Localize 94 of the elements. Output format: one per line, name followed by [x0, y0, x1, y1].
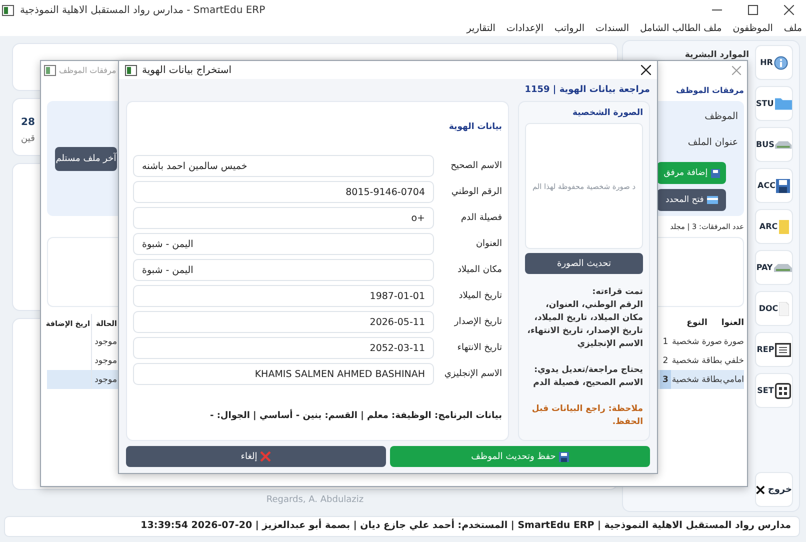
- review-header: مراجعة بيانات الهوية | 1159: [524, 85, 650, 95]
- input-field[interactable]: 2026-05-11: [133, 311, 434, 333]
- module-button[interactable]: HR: [755, 45, 793, 80]
- menu-item[interactable]: الإعدادات: [506, 22, 544, 34]
- open-selected-button[interactable]: فتح المحدد: [657, 189, 726, 211]
- update-photo-button[interactable]: تحديث الصورة: [525, 253, 643, 274]
- info-icon: [774, 56, 788, 70]
- input-field[interactable]: 2052-03-11: [133, 337, 434, 359]
- module-button[interactable]: PAY: [755, 250, 793, 285]
- cancel-button[interactable]: إلغاء: [126, 446, 386, 467]
- field-label: الموظف: [704, 111, 738, 124]
- floppy-icon: [776, 178, 790, 192]
- close-icon[interactable]: [784, 5, 794, 15]
- input-field[interactable]: o+: [133, 207, 434, 229]
- field-label: تاريخ الميلاد: [458, 291, 502, 301]
- module-button[interactable]: SET: [755, 373, 793, 408]
- app-icon: [44, 64, 56, 76]
- table-row[interactable]: موجود: [47, 332, 118, 351]
- table-cell-text: صورة: [723, 336, 744, 348]
- warning-text: ملاحظة: راجع البيانات قبل الحفظ.: [530, 403, 643, 429]
- table-cell-text: بطاقة شخصية: [671, 374, 723, 386]
- window-title: مدارس رواد المستقبل الاهلية النموذجية - SmartEdu ERP: [20, 4, 266, 16]
- module-button[interactable]: ARC: [755, 209, 793, 244]
- row-number: 1: [662, 336, 670, 348]
- card-icon: [706, 196, 718, 204]
- dialog-title: استخراج بيانات الهوية: [142, 64, 232, 76]
- cross-icon: [260, 451, 272, 462]
- menu-item[interactable]: الموظفون: [732, 22, 773, 34]
- input-field[interactable]: KHAMIS SALMEN AHMED BASHINAH: [133, 363, 434, 385]
- menu-item[interactable]: ملف الطالب الشامل: [640, 22, 722, 34]
- module-button[interactable]: STU: [755, 86, 793, 121]
- page-icon: [779, 302, 790, 316]
- dialog-title: مرفقات الموظف: [59, 66, 116, 74]
- input-field[interactable]: 8015-9146-0704: [133, 181, 434, 203]
- input-field[interactable]: اليمن - شبوة: [133, 233, 434, 255]
- field-label: الرقم الوطني: [450, 187, 502, 197]
- column-header: العنوا: [723, 318, 744, 328]
- table-cell-text: موجود: [94, 354, 118, 368]
- tray-icon: [774, 264, 792, 272]
- field-label: الاسم الصحيح: [450, 161, 502, 171]
- close-icon: [756, 484, 765, 496]
- table-cell-text: خلفي: [724, 354, 744, 368]
- stat-value: 28: [21, 117, 35, 128]
- latest-file-button[interactable]: آخر ملف مستلم: [55, 146, 117, 170]
- folder-icon: [774, 97, 792, 110]
- row-number: 3: [660, 370, 671, 389]
- program-info: بيانات البرنامج: الوظيفة: معلم | القسم: بنين - أساسي | الجوال: -: [208, 411, 502, 421]
- footer-text: Regards, A. Abdulaziz: [266, 495, 364, 505]
- menu-item[interactable]: ملف: [784, 22, 802, 34]
- table-cell-text: امامي: [723, 374, 744, 386]
- menu-item[interactable]: التقارير: [466, 22, 496, 34]
- floppy-icon: [710, 168, 720, 178]
- file-icon: [778, 220, 789, 234]
- field-label: العنوان: [474, 239, 502, 249]
- module-button[interactable]: ACC: [755, 168, 793, 203]
- field-label: الاسم الإنجليزي: [443, 369, 502, 379]
- input-field[interactable]: 1987-01-01: [133, 285, 434, 307]
- floppy-icon: [558, 452, 569, 462]
- module-button[interactable]: BUS: [755, 127, 793, 162]
- field-label: تاريخ الإصدار: [453, 317, 502, 327]
- stat-label: قين: [21, 134, 35, 144]
- note-text: الاسم الصحيح، فصيلة الدم: [532, 377, 643, 390]
- menu-item[interactable]: السندات: [596, 22, 629, 34]
- note-title: تمت قراءته:: [591, 286, 643, 299]
- table-row[interactable]: موجود: [47, 370, 118, 389]
- input-field[interactable]: خميس سالمين احمد باشنه: [133, 155, 434, 177]
- module-button[interactable]: REP: [755, 332, 793, 367]
- field-label: فصيلة الدم: [460, 213, 502, 223]
- module-button[interactable]: DOC: [755, 291, 793, 326]
- field-label: تاريخ الانتهاء: [456, 343, 502, 353]
- note-text: الرقم الوطني، العنوان، مكان الميلاد، تاريخ الميلاد، تاريخ الإصدار، تاريخ الانتهاء، الاسم الإنجليزي: [526, 299, 643, 351]
- dialog-heading: مرفقات الموظف: [676, 86, 744, 94]
- row-number: 2: [662, 354, 670, 368]
- field-label: مكان الميلاد: [456, 265, 502, 275]
- tray-icon: [775, 140, 792, 148]
- field-label: عنوان الملف: [688, 136, 738, 150]
- table-cell-text: صورة شخصية: [671, 336, 723, 348]
- exit-button[interactable]: خروج: [755, 472, 793, 507]
- grid-icon: [774, 382, 791, 398]
- section-title: الموارد البشرية: [684, 50, 749, 60]
- input-field[interactable]: اليمن - شبوة: [133, 259, 434, 281]
- maximize-icon[interactable]: [748, 5, 758, 15]
- app-icon: [125, 64, 137, 76]
- table-cell-text: بطاقة شخصية: [671, 354, 723, 368]
- table-cell-text: موجود: [94, 336, 118, 348]
- photo-title: الصورة الشخصية: [571, 108, 643, 118]
- list-icon: [775, 342, 792, 356]
- status-bar: مدارس رواد المستقبل الاهلية النموذجية | SmartEdu ERP | المستخدم: أحمد علي جازع ديان | بصمة أبو عبدالعزيز | 20-07-2026 13:39:54: [4, 516, 800, 537]
- table-cell-text: موجود: [94, 374, 118, 386]
- menu-item[interactable]: الرواتب: [554, 22, 585, 34]
- close-icon[interactable]: [641, 65, 651, 75]
- section-title: بيانات الهوية: [448, 122, 502, 132]
- note-title: يحتاج مراجعة/تعديل يدوي:: [533, 364, 643, 377]
- column-header: النوع: [686, 318, 708, 328]
